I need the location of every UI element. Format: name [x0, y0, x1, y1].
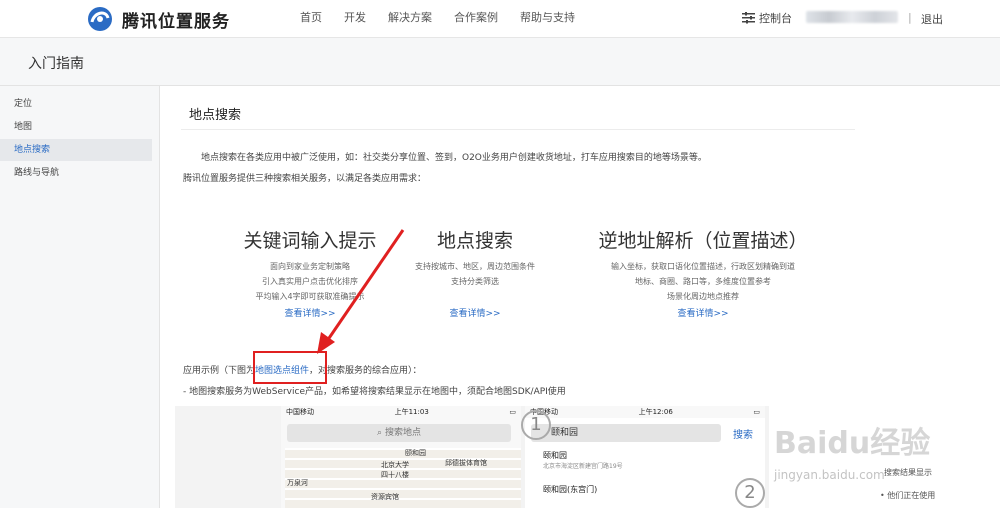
page-title: 入门指南: [28, 56, 84, 72]
search-button[interactable]: 搜索: [733, 426, 753, 441]
feature-desc-spacer: [395, 289, 555, 304]
marker-circle-1: 1: [521, 410, 551, 440]
map-label: 北京大学: [381, 461, 409, 469]
phone-mockup-map: 中国移动 上午11:03 ▭ ⌕ 搜索地点 北京大学 四十八楼 邱德拔体育馆 资…: [281, 406, 521, 508]
brand-name: 腾讯位置服务: [122, 11, 230, 32]
feature-desc: 输入坐标，获取口语化位置描述，行政区划精确到道 地标、商圈、路口等，多维度位置参…: [585, 259, 821, 304]
right-panel-line: 他们正在使用: [887, 491, 936, 500]
map-label: 颐和园: [405, 449, 426, 457]
feature-more-link[interactable]: 查看详情>>: [585, 306, 821, 319]
brand-logo[interactable]: 腾讯位置服务: [84, 4, 230, 34]
feature-title: 地点搜索: [436, 230, 513, 252]
page-subheader: 入门指南: [0, 38, 1000, 86]
console-link[interactable]: 控制台: [742, 10, 792, 26]
result-name: 颐和园: [543, 451, 567, 460]
example-prefix: 应用示例（下图为: [183, 366, 256, 376]
section-title: 地点搜索: [189, 108, 242, 123]
section-divider: [181, 129, 855, 130]
baidu-watermark: Baidu经验: [774, 426, 931, 461]
console-label: 控制台: [759, 12, 792, 25]
map-view[interactable]: 北京大学 四十八楼 邱德拔体育馆 资源宾馆 颐和园 万泉河: [285, 448, 521, 508]
usage-note: - 地图搜索服务为WebService产品，如希望将搜索结果显示在地图中，须配合…: [183, 387, 566, 397]
feature-desc: 支持按城市、地区，周边范围条件 支持分类筛选: [395, 259, 555, 304]
map-label: 资源宾馆: [371, 493, 399, 501]
sidebar-item-place-search[interactable]: 地点搜索: [0, 139, 152, 161]
battery-icon: ▭: [753, 408, 760, 416]
sidebar-item-location[interactable]: 定位: [0, 93, 152, 115]
logout-link[interactable]: 退出: [921, 11, 943, 27]
intro-paragraph-2: 腾讯位置服务提供三种搜索相关服务，以满足各类应用需求：: [183, 174, 427, 184]
map-search-bar[interactable]: ⌕ 搜索地点: [287, 424, 511, 442]
feature-desc-line: 场景化周边地点推荐: [667, 292, 739, 301]
nav-item-develop[interactable]: 开发: [344, 9, 366, 25]
marker-circle-2: 2: [735, 478, 765, 508]
battery-icon: ▭: [509, 408, 516, 416]
main-content: 地点搜索 地点搜索在各类应用中被广泛使用，如：社交类分享位置、签到，O2O业务用…: [161, 86, 861, 508]
sliders-icon: [742, 12, 755, 24]
feature-reverse-geocoding: 逆地址解析（位置描述） 输入坐标，获取口语化位置描述，行政区划精确到道 地标、商…: [585, 226, 821, 319]
feature-more-link[interactable]: 查看详情>>: [395, 306, 555, 319]
sidebar-item-map[interactable]: 地图: [0, 116, 152, 138]
search-placeholder: 搜索地点: [384, 428, 421, 438]
right-panel-text: • 他们正在使用: [880, 491, 936, 500]
sidebar-item-routing[interactable]: 路线与导航: [0, 162, 152, 184]
map-label: 万泉河: [287, 479, 308, 487]
phone-mockup-search: 中国移动 上午12:06 ▭ 颐和园 搜索 颐和园 北京市海淀区新建宫门路19号…: [521, 406, 765, 508]
baidu-watermark-url: jingyan.baidu.com: [774, 468, 885, 482]
nav-item-solutions[interactable]: 解决方案: [388, 9, 432, 25]
time-label: 上午12:06: [638, 408, 673, 416]
right-panel-text: 搜索结果显示: [884, 468, 932, 477]
feature-desc-line: 输入坐标，获取口语化位置描述，行政区划精确到道: [611, 262, 795, 271]
phone-status-bar: 中国移动 上午11:03 ▭: [281, 406, 521, 418]
intro-paragraph-1: 地点搜索在各类应用中被广泛使用，如：社交类分享位置、签到，O2O业务用户创建收货…: [201, 153, 707, 163]
phone-status-bar: 中国移动 上午12:06 ▭: [525, 406, 765, 418]
search-icon: ⌕: [377, 428, 385, 438]
red-arrow-annotation: [317, 229, 405, 354]
map-label: 邱德拔体育馆: [445, 459, 487, 467]
user-account-blurred[interactable]: [806, 11, 898, 23]
feature-title: 逆地址解析（位置描述）: [598, 230, 808, 252]
feature-desc-line: 支持分类筛选: [451, 277, 499, 286]
result-address: 北京市海淀区新建宫门路19号: [543, 463, 623, 470]
feature-desc-line: 支持按城市、地区，周边范围条件: [415, 262, 535, 271]
nav-item-home[interactable]: 首页: [300, 9, 322, 25]
search-result-item[interactable]: 颐和园(东宫门): [543, 484, 597, 495]
feature-desc-line: 地标、商圈、路口等，多维度位置参考: [635, 277, 771, 286]
search-input[interactable]: 颐和园: [531, 424, 721, 442]
main-nav: 首页 开发 解决方案 合作案例 帮助与支持: [300, 0, 597, 34]
header-separator: |: [908, 11, 912, 24]
red-highlight-box: [253, 351, 327, 384]
result-name: 颐和园(东宫门): [543, 485, 598, 494]
search-result-item[interactable]: 颐和园 北京市海淀区新建宫门路19号: [543, 450, 623, 470]
top-navbar: 腾讯位置服务 首页 开发 解决方案 合作案例 帮助与支持 控制台 | 退出: [0, 0, 1000, 38]
carrier-label: 中国移动: [286, 408, 314, 416]
nav-item-cases[interactable]: 合作案例: [454, 9, 498, 25]
map-label: 四十八楼: [381, 471, 409, 479]
tencent-map-logo-icon: [88, 7, 112, 31]
nav-item-help[interactable]: 帮助与支持: [520, 9, 575, 25]
time-label: 上午11:03: [394, 408, 429, 416]
sidebar: 定位 地图 地点搜索 路线与导航: [0, 86, 160, 508]
feature-place-search: 地点搜索 支持按城市、地区，周边范围条件 支持分类筛选 查看详情>>: [395, 226, 555, 319]
